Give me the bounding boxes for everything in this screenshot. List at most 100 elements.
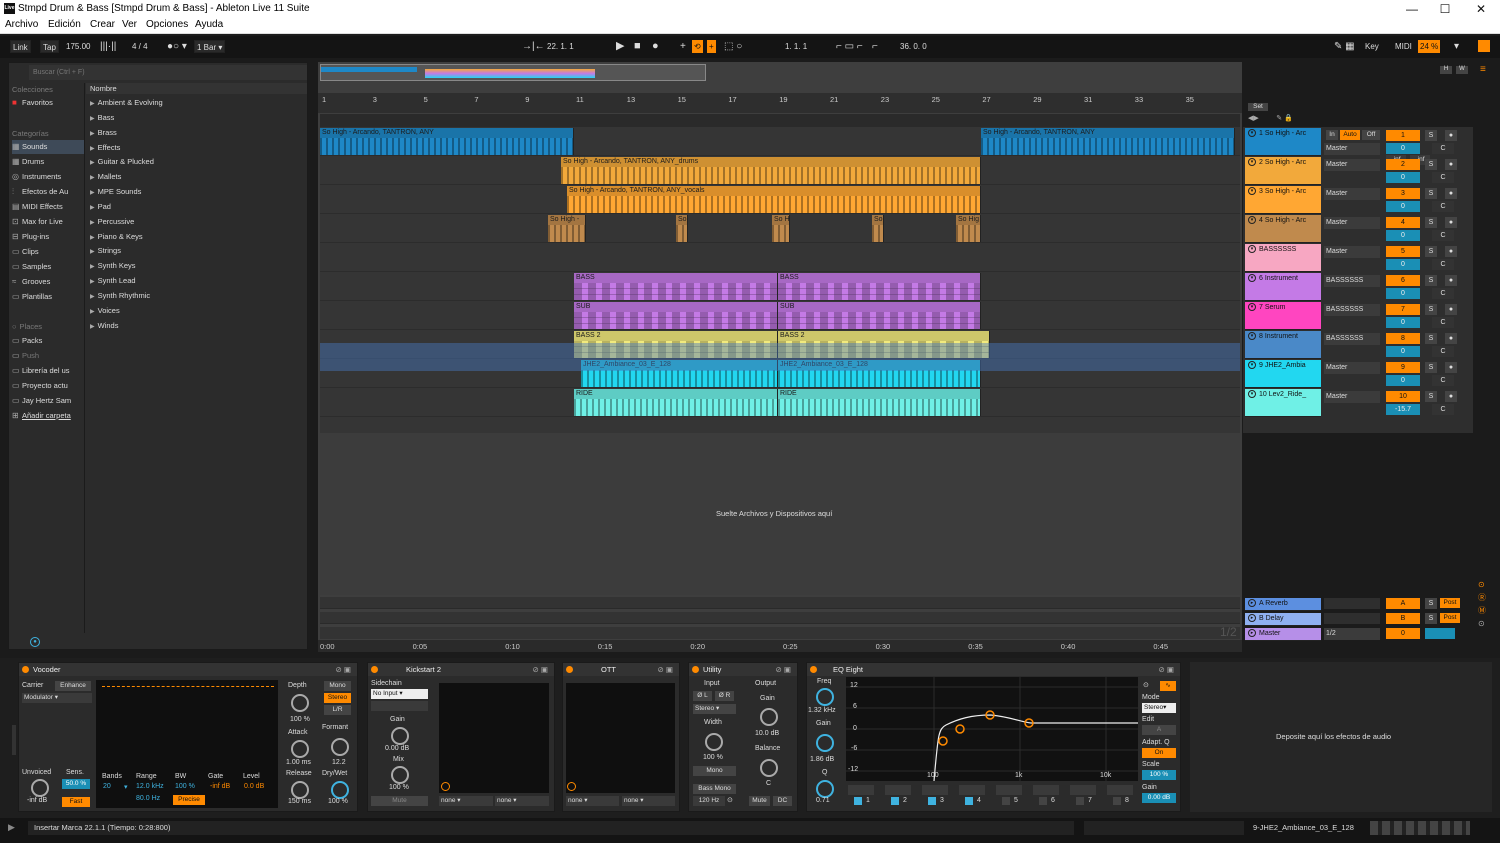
track-lane[interactable]	[320, 244, 1240, 272]
track-header[interactable]: ▾ 4 So High - Arc	[1245, 215, 1321, 243]
cpu-dropdown-icon[interactable]: ▾	[1452, 40, 1461, 53]
eq-scale-value[interactable]: 100 %	[1142, 770, 1176, 780]
browser-item[interactable]: ▶ Strings	[90, 244, 121, 258]
track-fold-icon[interactable]: ▾	[1248, 390, 1256, 399]
track-volume[interactable]: 0	[1386, 259, 1420, 270]
eq-band-filter-type[interactable]	[922, 785, 948, 795]
locator-nav-icons[interactable]: ◀▶ ✎ 🔒	[1248, 114, 1318, 124]
track-activator[interactable]: 1	[1386, 130, 1420, 141]
eq-gain-knob[interactable]	[816, 734, 834, 752]
place-packs[interactable]: ▭ Packs	[12, 334, 84, 348]
range-high-value[interactable]: 12.0 kHz	[136, 783, 164, 790]
track-header[interactable]: ▾ 6 Instrument	[1245, 273, 1321, 301]
audio-clip[interactable]: RIDE	[778, 389, 981, 416]
output-channel-select[interactable]	[1324, 347, 1380, 358]
category-midi-effects[interactable]: ▤ MIDI Effects	[12, 200, 84, 214]
eq-band-toggle[interactable]	[965, 797, 973, 805]
bands-dropdown-icon[interactable]: ▾	[124, 783, 128, 791]
category-drums[interactable]: ▦ Drums	[12, 155, 84, 169]
loop-icon[interactable]: +	[707, 40, 716, 53]
unvoiced-value[interactable]: -inf dB	[27, 797, 47, 804]
kickstart-display[interactable]	[439, 683, 549, 793]
output-routing-select[interactable]: BASSSSSS	[1324, 333, 1380, 345]
return-track-header[interactable]: ▸ B Delay	[1245, 613, 1321, 626]
eq-band-filter-type[interactable]	[959, 785, 985, 795]
bw-value[interactable]: 100 %	[175, 783, 195, 790]
eq-band-filter-type[interactable]	[1070, 785, 1096, 795]
category-templates[interactable]: ▭ Plantillas	[12, 290, 84, 304]
level-value[interactable]: 0.0 dB	[244, 783, 264, 790]
record-arm-icon[interactable]: ●	[1445, 333, 1457, 344]
return-activator[interactable]: 0	[1386, 628, 1420, 639]
phase-right-button[interactable]: Ø R	[715, 691, 734, 701]
monitor-auto-button[interactable]: Auto	[1340, 130, 1360, 140]
gain-knob[interactable]	[760, 708, 778, 726]
solo-button[interactable]: S	[1425, 275, 1437, 286]
eq-band-filter-type[interactable]	[848, 785, 874, 795]
place-user-library[interactable]: ▭ Librería del us	[12, 364, 84, 378]
track-activator[interactable]: 5	[1386, 246, 1420, 257]
name-column-header[interactable]: Nombre	[86, 83, 307, 94]
add-folder-link[interactable]: ⊞ Añadir carpeta	[12, 409, 84, 423]
solo-button[interactable]: S	[1425, 362, 1437, 373]
eq-oversample-icon[interactable]: ∿	[1160, 681, 1176, 691]
mix-knob[interactable]	[391, 766, 409, 784]
set-locator-button[interactable]: Set	[1248, 103, 1268, 111]
category-sounds[interactable]: ▦ Sounds	[12, 140, 84, 154]
midi-clip[interactable]: SUB	[778, 302, 981, 329]
track-activator[interactable]: 4	[1386, 217, 1420, 228]
eq-output-gain-value[interactable]: 0.00 dB	[1142, 793, 1176, 803]
eq-band-toggle[interactable]	[854, 797, 862, 805]
gain-value[interactable]: 0.00 dB	[385, 745, 409, 752]
gain-knob[interactable]	[391, 727, 409, 745]
track-fold-icon[interactable]: ▾	[1248, 361, 1256, 370]
release-knob[interactable]	[291, 781, 309, 799]
eq-band-filter-type[interactable]	[1107, 785, 1133, 795]
record-arm-icon[interactable]: ●	[1445, 362, 1457, 373]
width-knob[interactable]	[705, 733, 723, 751]
track-fold-icon[interactable]: ▸	[1248, 629, 1256, 638]
formant-value[interactable]: 12.2	[332, 759, 346, 766]
track-activator[interactable]: 7	[1386, 304, 1420, 315]
overdub-icon[interactable]: +	[678, 40, 688, 53]
formant-knob[interactable]	[331, 738, 349, 756]
gate-value[interactable]: -inf dB	[210, 783, 230, 790]
browser-item[interactable]: ▶ Percussive	[90, 215, 134, 229]
browser-item[interactable]: ▶ Synth Keys	[90, 259, 136, 273]
mono-button[interactable]: Mono	[324, 681, 351, 691]
output-channel-select[interactable]	[1324, 405, 1380, 416]
stop-icon[interactable]: ■	[632, 40, 643, 53]
track-header[interactable]: ▾ 1 So High - Arc	[1245, 128, 1321, 156]
balance-knob[interactable]	[760, 759, 778, 777]
time-signature-field[interactable]: 4 / 4	[130, 40, 150, 53]
precise-button[interactable]: Precise	[173, 795, 205, 805]
midi-clip[interactable]: BASS	[778, 273, 981, 300]
solo-button[interactable]: S	[1425, 217, 1437, 228]
place-current-project[interactable]: ▭ Proyecto actu	[12, 379, 84, 393]
eq-display[interactable]	[846, 677, 1138, 781]
output-routing-select[interactable]: Master	[1324, 246, 1380, 258]
track-header[interactable]: ▾ 10 Lev2_Ride_	[1245, 389, 1321, 417]
post-send-button[interactable]: Post	[1440, 613, 1460, 623]
loop-start-field[interactable]: 1. 1. 1	[783, 40, 809, 53]
post-send-button[interactable]: Post	[1440, 598, 1460, 608]
freq-value[interactable]: 1.32 kHz	[808, 707, 836, 714]
device-scroll-handle[interactable]	[12, 725, 16, 755]
track-fold-icon[interactable]: ▾	[1248, 158, 1256, 167]
punch-out-icon[interactable]: ⌐	[870, 40, 880, 53]
solo-button[interactable]: S	[1425, 613, 1437, 624]
audio-clip[interactable]: So Hig	[956, 215, 981, 242]
lr-button[interactable]: L/R	[324, 705, 351, 715]
minimize-button[interactable]: —	[1395, 0, 1429, 18]
category-samples[interactable]: ▭ Samples	[12, 260, 84, 274]
midi-clip[interactable]: BASS	[574, 273, 778, 300]
release-value[interactable]: 150 ms	[288, 798, 311, 805]
dc-button[interactable]: DC	[773, 796, 792, 806]
output-channel-select[interactable]	[1324, 376, 1380, 387]
gain-value[interactable]: 10.0 dB	[755, 730, 779, 737]
track-pan[interactable]: C	[1432, 346, 1454, 357]
unvoiced-knob[interactable]	[31, 779, 49, 797]
track-volume[interactable]: 0	[1386, 172, 1420, 183]
midi-clip[interactable]: SUB	[574, 302, 778, 329]
punch-in-icon[interactable]: ⌐ ▭ ⌐	[834, 40, 865, 53]
